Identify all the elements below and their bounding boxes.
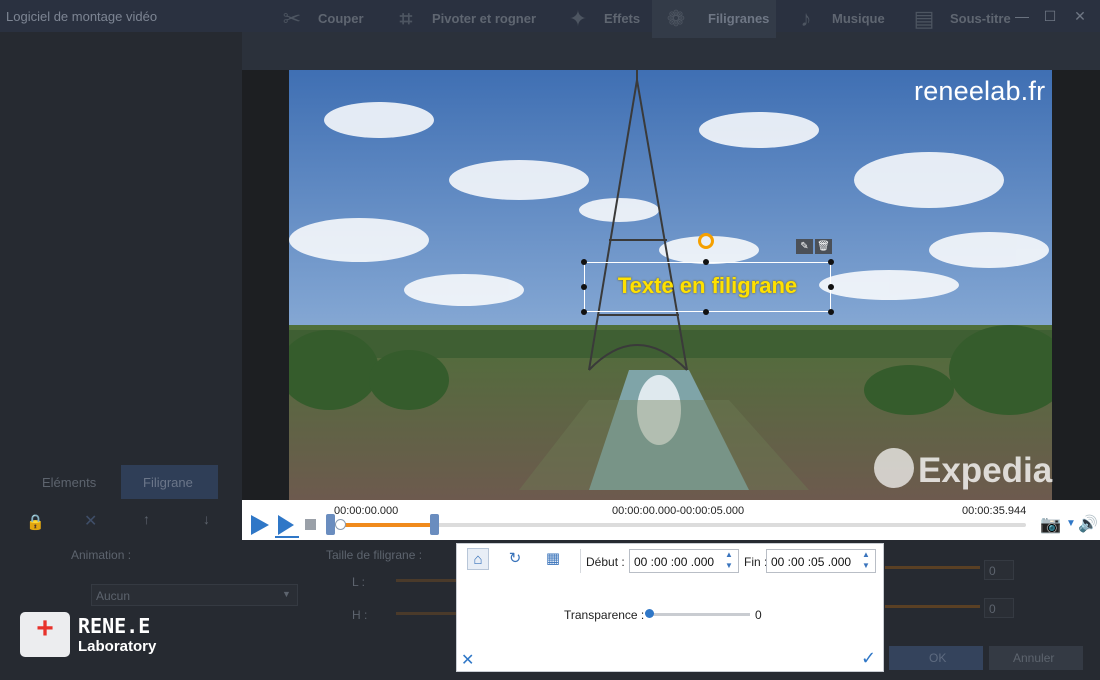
- chevron-down-icon: ▼: [282, 589, 291, 599]
- fin-time-value: 00 :00 :05 .000: [771, 555, 852, 569]
- animation-label: Animation :: [71, 548, 132, 562]
- resize-handle[interactable]: [828, 259, 834, 265]
- tab-watermark[interactable]: Filigrane: [121, 465, 218, 499]
- logo-cross-icon: +: [36, 612, 54, 645]
- clip-end-handle[interactable]: [430, 514, 439, 535]
- width-label: L :: [352, 575, 365, 589]
- volume-icon[interactable]: 🔊: [1078, 514, 1098, 534]
- subtitle-icon: ▤: [913, 6, 935, 31]
- renee-logo: +: [20, 612, 70, 657]
- rotate-handle-icon[interactable]: [698, 233, 714, 249]
- fin-label: Fin :: [744, 555, 768, 569]
- divider: [580, 549, 581, 573]
- width-slider-right[interactable]: [885, 566, 980, 569]
- resize-handle[interactable]: [828, 309, 834, 315]
- tab-label: Musique: [832, 11, 885, 26]
- lock-icon[interactable]: 🔒: [26, 513, 45, 531]
- delete-trash-icon[interactable]: 🗑: [815, 239, 832, 254]
- resize-handle[interactable]: [828, 284, 834, 290]
- tab-effets[interactable]: ✦ Effets: [562, 0, 648, 38]
- debut-time-value: 00 :00 :00 .000: [634, 555, 715, 569]
- chevron-down-icon[interactable]: ▼: [1066, 518, 1076, 529]
- tab-elements-label: Eléments: [42, 475, 97, 490]
- logo-line2: Laboratory: [78, 638, 157, 655]
- stop-icon[interactable]: [305, 519, 316, 530]
- transparence-slider[interactable]: [648, 613, 750, 616]
- close-icon[interactable]: ✕: [1068, 4, 1092, 28]
- play-selection-icon[interactable]: [274, 513, 300, 539]
- music-icon: ♪: [800, 6, 812, 31]
- width-slider[interactable]: [396, 579, 456, 582]
- tab-pivoter-rogner[interactable]: ⌗ Pivoter et rogner: [390, 0, 550, 38]
- time-end: 00:00:35.944: [962, 505, 1027, 517]
- resize-handle[interactable]: [581, 259, 587, 265]
- clip-start-handle[interactable]: [326, 514, 335, 535]
- debut-label: Début :: [586, 555, 625, 569]
- window-title: Logiciel de montage vidéo: [6, 9, 158, 24]
- resize-handle[interactable]: [581, 309, 587, 315]
- ok-button[interactable]: OK: [889, 646, 983, 670]
- height-value-field[interactable]: 0: [984, 598, 1014, 618]
- playhead-knob[interactable]: [335, 519, 346, 530]
- tab-label: Effets: [604, 11, 641, 26]
- height-slider[interactable]: [396, 612, 456, 615]
- tab-filigranes[interactable]: ❁ Filigranes: [652, 0, 776, 38]
- tab-label: Couper: [318, 11, 364, 26]
- size-label: Taille de filigrane :: [326, 548, 423, 562]
- video-logo-text: Expedia: [918, 451, 1053, 490]
- move-down-icon[interactable]: ↓: [203, 511, 210, 527]
- crop-icon: ⌗: [399, 6, 413, 31]
- height-label: H :: [352, 608, 368, 622]
- animation-select[interactable]: Aucun ▼: [91, 584, 298, 606]
- move-up-icon[interactable]: ↑: [143, 511, 150, 527]
- timeline-selection: [340, 523, 434, 527]
- tab-watermark-label: Filigrane: [143, 475, 193, 490]
- expedia-logo-icon: [874, 448, 914, 488]
- video-logo: Expedia: [874, 448, 1052, 491]
- transparence-value: 0: [755, 608, 762, 622]
- transparence-label: Transparence :: [564, 608, 645, 622]
- filter-icon[interactable]: ⌂: [467, 548, 489, 570]
- rotate-icon[interactable]: ↻: [504, 548, 526, 570]
- timeline-track[interactable]: [340, 523, 1026, 527]
- cancel-x-icon[interactable]: ✕: [461, 650, 474, 670]
- scissors-icon: ✂: [282, 6, 302, 31]
- snapshot-camera-icon[interactable]: 📷: [1040, 515, 1064, 535]
- time-start: 00:00:00.000: [334, 505, 399, 517]
- cancel-button[interactable]: Annuler: [989, 646, 1083, 670]
- watermark-text-box[interactable]: Texte en filigrane: [584, 262, 831, 312]
- time-range: 00:00:00.000-00:00:05.000: [612, 505, 745, 517]
- play-icon[interactable]: [249, 513, 271, 537]
- video-editor-window: Logiciel de montage vidéo — ☐ ✕ ✂ Couper…: [0, 0, 1100, 680]
- tab-elements[interactable]: Eléments: [0, 465, 121, 499]
- brand-watermark: reneelab.fr: [914, 76, 1046, 106]
- tab-label: Pivoter et rogner: [432, 11, 537, 26]
- grid-select-icon[interactable]: ▦: [542, 548, 564, 570]
- confirm-check-icon[interactable]: ✓: [861, 648, 876, 669]
- remove-icon[interactable]: ✕: [84, 511, 97, 531]
- tab-sous-titre[interactable]: ▤ Sous-titre: [908, 0, 1028, 38]
- maximize-icon[interactable]: ☐: [1038, 4, 1062, 28]
- tab-label: Sous-titre: [950, 11, 1011, 26]
- fin-stepper-icon[interactable]: ▲ ▼: [859, 549, 873, 573]
- debut-stepper-icon[interactable]: ▲ ▼: [722, 549, 736, 573]
- effects-icon: ✦: [568, 6, 588, 31]
- height-slider-right[interactable]: [885, 605, 980, 608]
- edit-pencil-icon[interactable]: ✎: [796, 239, 813, 254]
- animation-select-value: Aucun: [96, 589, 131, 603]
- watermark-icon: ❁: [666, 6, 686, 31]
- resize-handle[interactable]: [581, 284, 587, 290]
- resize-handle[interactable]: [703, 309, 709, 315]
- resize-handle[interactable]: [703, 259, 709, 265]
- tab-couper[interactable]: ✂ Couper: [276, 0, 376, 38]
- tab-musique[interactable]: ♪ Musique: [790, 0, 894, 38]
- width-value-field[interactable]: 0: [984, 560, 1014, 580]
- logo-line1: RENE.E: [78, 614, 151, 638]
- tab-label: Filigranes: [708, 11, 770, 26]
- transparence-slider-knob[interactable]: [645, 609, 654, 618]
